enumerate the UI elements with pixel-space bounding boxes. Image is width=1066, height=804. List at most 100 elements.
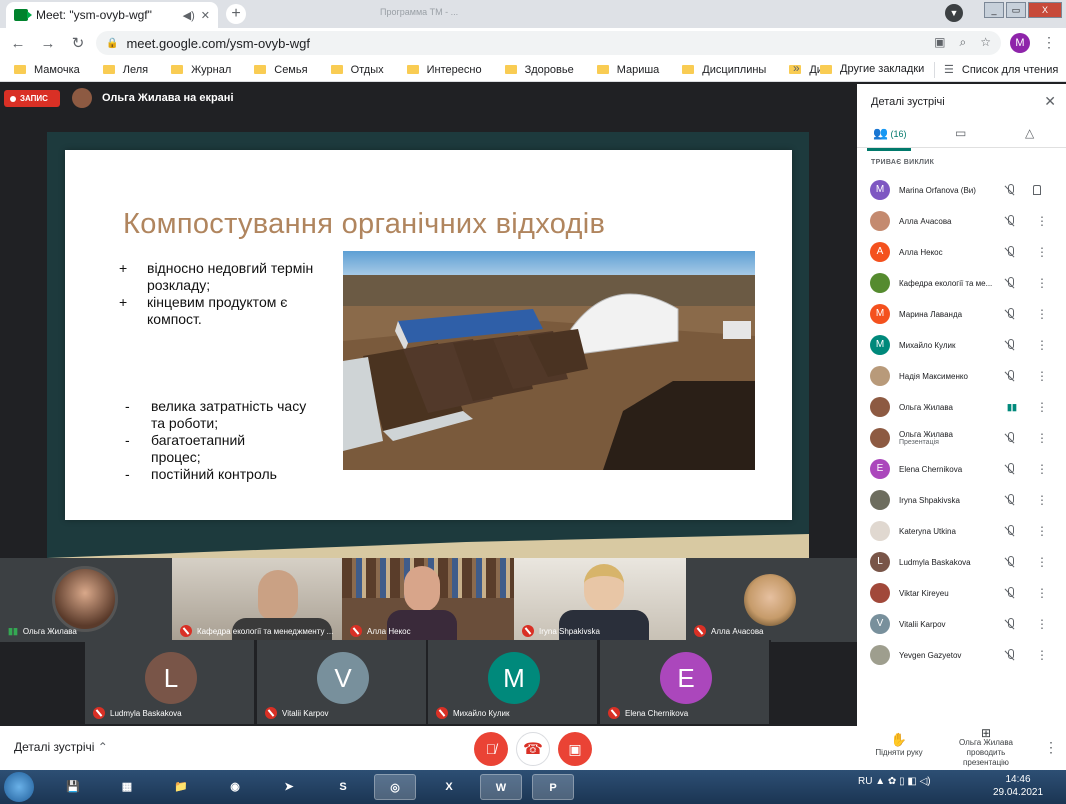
leave-call-button[interactable]: ☎ (516, 732, 550, 766)
participant-row[interactable]: M Marina Orfanova (Ви) (870, 175, 1060, 205)
participant-more-icon[interactable]: ⋮ (1036, 462, 1048, 476)
clock[interactable]: 14:46 29.04.2021 (990, 773, 1046, 799)
close-window-button[interactable]: X (1028, 2, 1062, 18)
participant-name: Алла Ачасова (899, 217, 997, 226)
tab-people[interactable]: 👥 (16) (866, 126, 912, 151)
taskbar-explorer-icon[interactable]: 📁 (160, 774, 202, 800)
participant-row[interactable]: Надія Максименко ⋮ (870, 361, 1060, 391)
participant-row[interactable]: Ольга Жилава ▮▮ ⋮ (870, 392, 1060, 422)
participant-row[interactable]: E Elena Chernikova ⋮ (870, 454, 1060, 484)
participant-tile[interactable]: V Vitalii Karpov (257, 640, 426, 724)
bookmarks-overflow-icon[interactable]: » (793, 61, 800, 75)
minimize-button[interactable]: _ (984, 2, 1004, 18)
participant-more-icon[interactable]: ⋮ (1036, 586, 1048, 600)
browser-tab[interactable]: Meet: "ysm-ovyb-wgf" ◀) ✕ (6, 2, 218, 28)
tab-chat[interactable]: ▭ (955, 126, 966, 140)
taskbar-calculator-icon[interactable]: ▦ (106, 774, 148, 800)
tab-activities[interactable]: △ (1025, 126, 1034, 140)
participant-tile[interactable]: ▮▮ Ольга Жилава (0, 558, 172, 642)
participant-tile[interactable]: Алла Некос (342, 558, 514, 642)
taskbar-viber-icon[interactable]: ◉ (214, 774, 256, 800)
participant-more-icon[interactable]: ⋮ (1036, 369, 1048, 383)
participant-row[interactable]: Алла Ачасова ⋮ (870, 206, 1060, 236)
participant-more-icon[interactable]: ⋮ (1036, 245, 1048, 259)
bookmark-folder[interactable]: Леля (102, 64, 148, 76)
bookmark-folder[interactable]: Мариша (596, 64, 659, 76)
audio-playing-icon[interactable]: ◀) (183, 9, 195, 22)
participant-tile[interactable]: Iryna Shpakivska (514, 558, 686, 642)
bookmark-folder[interactable]: Семья (254, 64, 308, 76)
profile-menu-button[interactable]: ▼ (945, 4, 963, 22)
microphone-toggle-button[interactable]: 🎙̸ (474, 732, 508, 766)
zoom-icon[interactable]: ⌕ (960, 35, 967, 50)
participant-more-icon[interactable]: ⋮ (1036, 214, 1048, 228)
taskbar-excel-icon[interactable]: X (428, 774, 470, 800)
participant-more-icon[interactable]: ⋮ (1036, 400, 1048, 414)
participant-tile[interactable]: E Elena Chernikova (600, 640, 769, 724)
browser-menu-icon[interactable]: ⋮ (1042, 34, 1056, 51)
participant-row[interactable]: Yevgen Gazyetov ⋮ (870, 640, 1060, 670)
maximize-button[interactable]: ▭ (1006, 2, 1026, 18)
meeting-details-button[interactable]: Деталі зустрічі ⌃ (14, 740, 108, 754)
participant-tile[interactable]: L Ludmyla Baskakova (85, 640, 254, 724)
participant-row[interactable]: Iryna Shpakivska ⋮ (870, 485, 1060, 515)
pin-icon[interactable] (1033, 185, 1041, 195)
bookmark-folder[interactable]: Мамочка (14, 64, 80, 76)
participant-row[interactable]: Kateryna Utkina ⋮ (870, 516, 1060, 546)
participant-more-icon[interactable]: ⋮ (1036, 648, 1048, 662)
lock-icon[interactable]: 🔒 (106, 38, 118, 49)
participant-more-icon[interactable]: ⋮ (1036, 307, 1048, 321)
taskbar-chrome-icon[interactable]: ◎ (374, 774, 416, 800)
bookmark-folder[interactable]: Здоровье (504, 64, 574, 76)
participant-more-icon[interactable]: ⋮ (1036, 431, 1048, 445)
other-bookmarks[interactable]: Другие закладки (820, 63, 924, 75)
photo-illustration (343, 251, 755, 470)
language-indicator[interactable]: RU (858, 776, 872, 787)
participant-more-icon[interactable]: ⋮ (1036, 493, 1048, 507)
tray-icons[interactable]: ▲ ✿ ▯ ◧ ◁) (875, 776, 930, 787)
participant-row[interactable]: А Алла Некос ⋮ (870, 237, 1060, 267)
taskbar-save-icon[interactable]: 💾 (52, 774, 94, 800)
start-button[interactable] (4, 772, 34, 802)
camera-toggle-button[interactable]: ▣ (558, 732, 592, 766)
participant-row[interactable]: М Марина Лаванда ⋮ (870, 299, 1060, 329)
more-options-icon[interactable]: ⋮ (1044, 739, 1058, 756)
tab-close-icon[interactable]: ✕ (201, 9, 210, 22)
bookmark-folder[interactable]: Журнал (171, 64, 231, 76)
tab-title: Meet: "ysm-ovyb-wgf" (36, 8, 152, 22)
participant-more-icon[interactable]: ⋮ (1036, 617, 1048, 631)
bookmark-folder[interactable]: Дисциплины (682, 64, 766, 76)
participant-row[interactable]: L Ludmyla Baskakova ⋮ (870, 547, 1060, 577)
participant-tile[interactable]: Кафедра екології та менеджменту ... (172, 558, 342, 642)
participant-row[interactable]: Viktar Kireyeu ⋮ (870, 578, 1060, 608)
participant-row[interactable]: V Vitalii Karpov ⋮ (870, 609, 1060, 639)
raise-hand-button[interactable]: ✋ Підняти руку (867, 732, 931, 757)
participant-more-icon[interactable]: ⋮ (1036, 555, 1048, 569)
taskbar-skype-icon[interactable]: S (322, 774, 364, 800)
new-tab-button[interactable]: + (226, 4, 246, 24)
address-bar[interactable]: 🔒 meet.google.com/ysm-ovyb-wgf ▣ ⌕ ☆ (96, 31, 1001, 55)
participant-more-icon[interactable]: ⋮ (1036, 524, 1048, 538)
forward-icon[interactable]: → (36, 35, 60, 52)
back-icon[interactable]: ← (6, 35, 30, 52)
bookmark-folder[interactable]: Отдых (330, 64, 384, 76)
bookmark-folder[interactable]: Интересно (406, 64, 482, 76)
participant-row[interactable]: М Михайло Кулик ⋮ (870, 330, 1060, 360)
reading-list[interactable]: ☰ Список для чтения (944, 63, 1058, 77)
participant-row[interactable]: Ольга Жилава Презентація ⋮ (870, 423, 1060, 453)
close-panel-icon[interactable]: ✕ (1044, 93, 1056, 110)
bookmark-star-icon[interactable]: ☆ (980, 35, 991, 50)
participant-name: Elena Chernikova (899, 465, 997, 474)
participant-more-icon[interactable]: ⋮ (1036, 338, 1048, 352)
participant-row[interactable]: Кафедра екології та ме... ⋮ (870, 268, 1060, 298)
participant-more-icon[interactable]: ⋮ (1036, 276, 1048, 290)
participant-tile[interactable]: Алла Ачасова (686, 558, 857, 642)
taskbar-powerpoint-icon[interactable]: P (532, 774, 574, 800)
taskbar-telegram-icon[interactable]: ➤ (268, 774, 310, 800)
participant-tile[interactable]: M Михайло Кулик (428, 640, 597, 724)
presenting-status-button[interactable]: ⊞ Ольга Жилава проводить презентацію (948, 727, 1024, 768)
taskbar-word-icon[interactable]: W (480, 774, 522, 800)
profile-avatar[interactable]: M (1010, 33, 1030, 53)
reload-icon[interactable]: ↻ (66, 34, 90, 52)
camera-blocked-icon[interactable]: ▣ (934, 35, 945, 50)
